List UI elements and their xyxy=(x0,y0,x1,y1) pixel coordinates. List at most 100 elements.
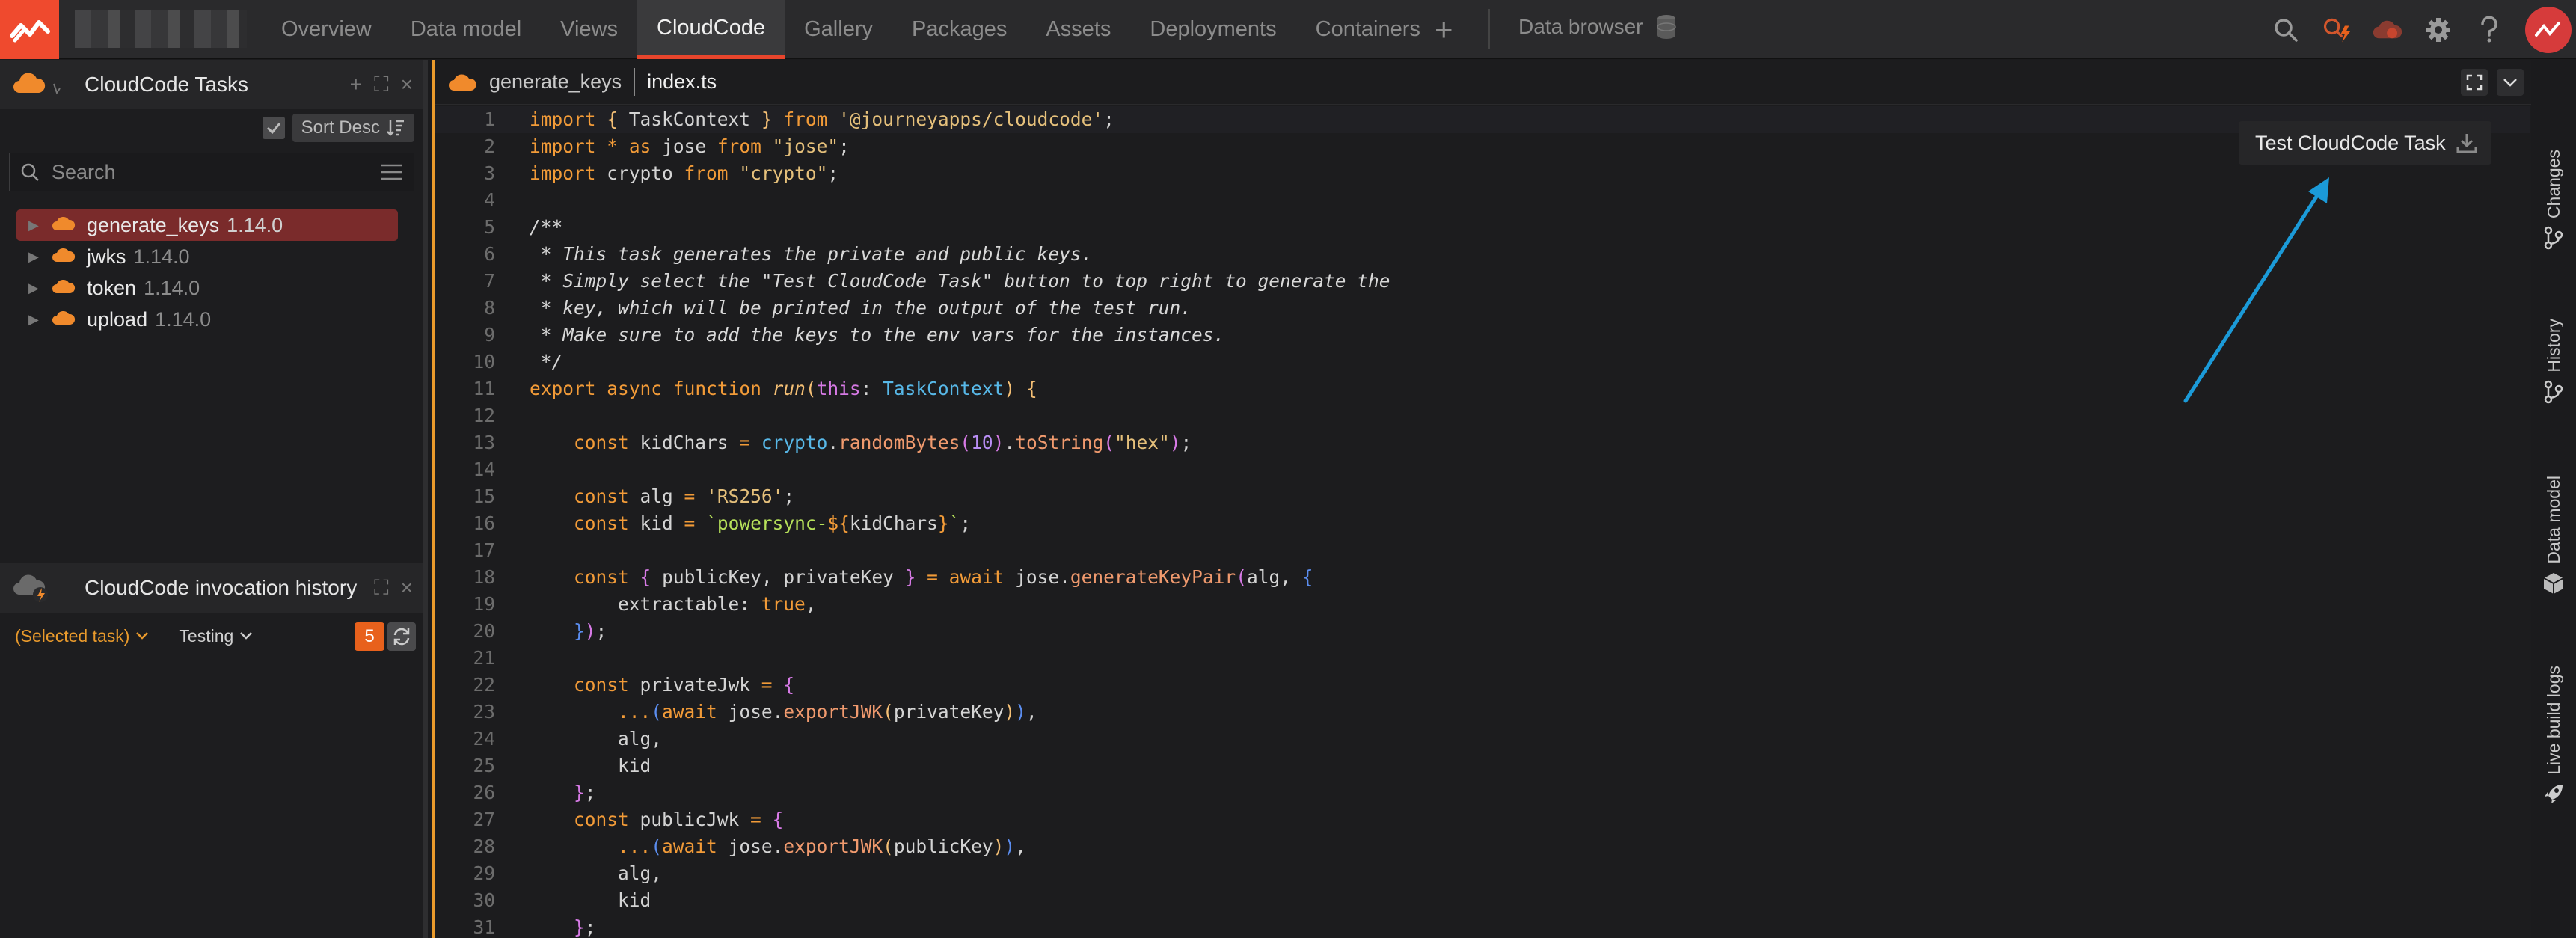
tasks-panel-title: CloudCode Tasks xyxy=(85,73,248,96)
environment-dropdown[interactable]: Testing xyxy=(179,626,253,646)
rocket-icon xyxy=(2545,784,2563,803)
code-line: 14 xyxy=(473,459,495,480)
tab-packages[interactable]: Packages xyxy=(892,0,1026,59)
task-version: 1.14.0 xyxy=(144,276,200,299)
close-icon[interactable]: × xyxy=(401,73,413,97)
expand-arrow-icon[interactable]: ▶ xyxy=(28,218,45,233)
code-line: 10 */ xyxy=(473,351,563,373)
select-all-checkbox[interactable] xyxy=(262,117,285,139)
task-item[interactable]: ▶ jwks 1.14.0 xyxy=(16,241,398,272)
close-icon[interactable]: × xyxy=(401,576,413,601)
data-browser-link[interactable]: Data browser xyxy=(1518,0,1678,54)
task-item[interactable]: ▶ generate_keys 1.14.0 xyxy=(16,209,398,241)
expand-arrow-icon[interactable]: ▶ xyxy=(28,249,45,265)
logo-icon xyxy=(9,19,50,42)
sidebar-item-changes[interactable]: Changes xyxy=(2531,150,2576,250)
editor-header: generate_keys index.ts xyxy=(435,60,2531,105)
user-avatar[interactable] xyxy=(2525,6,2572,53)
sort-button[interactable]: Sort Desc xyxy=(292,114,414,142)
download-icon xyxy=(2456,134,2477,153)
breadcrumb: generate_keys index.ts xyxy=(449,67,717,96)
search-bolt-icon[interactable] xyxy=(2322,15,2352,45)
code-line: 23 ...(await jose.exportJWK(privateKey))… xyxy=(473,701,1037,723)
search-input[interactable] xyxy=(52,160,367,184)
tab-data-model[interactable]: Data model xyxy=(391,0,541,59)
test-button-label: Test CloudCode Task xyxy=(2255,131,2446,154)
code-line: 29 alg, xyxy=(473,862,663,884)
search-icon[interactable] xyxy=(2271,15,2301,45)
task-item[interactable]: ▶ upload 1.14.0 xyxy=(16,304,398,335)
code-line: 6 * This task generates the private and … xyxy=(484,243,1093,265)
task-filter-dropdown[interactable]: (Selected task) xyxy=(15,626,149,646)
cloud-icon xyxy=(449,73,476,91)
sidebar-item-label: Data model xyxy=(2543,476,2563,564)
sidebar-item-label: History xyxy=(2543,319,2563,373)
task-version: 1.14.0 xyxy=(155,307,212,331)
code-line: 30 kid xyxy=(473,889,651,911)
code-line: 9 * Make sure to add the keys to the env… xyxy=(484,324,1225,346)
refresh-button[interactable] xyxy=(387,622,416,651)
test-cloudcode-task-button[interactable]: Test CloudCode Task xyxy=(2239,121,2491,165)
code-line: 24 alg, xyxy=(473,728,663,750)
fullscreen-button[interactable] xyxy=(2461,69,2488,96)
environment-label: Testing xyxy=(179,625,234,646)
task-filter-label: (Selected task) xyxy=(15,625,130,646)
code-editor: generate_keys index.ts 1 import { TaskCon… xyxy=(432,60,2531,938)
gear-icon[interactable] xyxy=(2423,15,2453,45)
help-icon[interactable] xyxy=(2474,15,2504,45)
code-line: 13 const kidChars = crypto.randomBytes(1… xyxy=(473,432,1192,453)
cloud-icon xyxy=(52,214,76,237)
tab-gallery[interactable]: Gallery xyxy=(785,0,892,59)
sidebar-item-data-model[interactable]: Data model xyxy=(2531,476,2576,595)
tab-containers[interactable]: Containers xyxy=(1296,0,1440,59)
task-version: 1.14.0 xyxy=(133,245,190,268)
code-line: 3 import crypto from "crypto"; xyxy=(484,162,839,184)
history-panel-title: CloudCode invocation history xyxy=(85,576,358,599)
tab-cloudcode[interactable]: CloudCode xyxy=(637,0,785,59)
cloud-deploy-icon[interactable] xyxy=(2373,15,2402,45)
journeyapps-logo[interactable] xyxy=(0,0,59,59)
code-line: 2 import * as jose from "jose"; xyxy=(484,135,850,157)
tasks-panel-header: CloudCode Tasks + ⛶ × xyxy=(0,60,423,109)
git-branch-icon xyxy=(2544,226,2563,250)
top-right-tools xyxy=(2271,0,2576,59)
tab-deployments[interactable]: Deployments xyxy=(1130,0,1295,59)
code-line: 18 const { publicKey, privateKey } = awa… xyxy=(473,566,1313,588)
tab-assets[interactable]: Assets xyxy=(1026,0,1130,59)
code-line: 7 * Simply select the "Test CloudCode Ta… xyxy=(484,270,1390,292)
breadcrumb-file[interactable]: index.ts xyxy=(647,70,717,94)
code-line: 27 const publicJwk = { xyxy=(473,809,784,830)
left-panel: CloudCode Tasks + ⛶ × Sort Desc ▶ genera… xyxy=(0,60,428,938)
cloud-icon xyxy=(13,70,61,104)
code-line: 11 export async function run(this: TaskCo… xyxy=(473,378,1037,399)
expand-arrow-icon[interactable]: ▶ xyxy=(28,281,45,296)
tab-views[interactable]: Views xyxy=(541,0,637,59)
cloud-icon xyxy=(52,308,76,331)
code-line: 17 xyxy=(473,539,495,561)
tab-overview[interactable]: Overview xyxy=(262,0,391,59)
filter-menu-icon[interactable] xyxy=(379,162,403,182)
sidebar-item-live-build-logs[interactable]: Live build logs xyxy=(2531,666,2576,806)
code-line: 8 * key, which will be printed in the ou… xyxy=(484,297,1192,319)
maximize-icon[interactable]: ⛶ xyxy=(374,576,389,601)
maximize-icon[interactable]: ⛶ xyxy=(374,73,389,97)
sidebar-item-history[interactable]: History xyxy=(2531,319,2576,404)
expand-arrow-icon[interactable]: ▶ xyxy=(28,312,45,328)
search-icon xyxy=(21,163,39,181)
add-task-icon[interactable]: + xyxy=(350,73,362,97)
code-line: 20 }); xyxy=(473,620,607,642)
add-tab-button[interactable]: + xyxy=(1435,12,1453,48)
history-toolbar: (Selected task) Testing 5 xyxy=(0,613,423,658)
code-area[interactable]: 1 import { TaskContext } from '@journeyap… xyxy=(435,106,2530,938)
editor-options-dropdown[interactable] xyxy=(2497,69,2524,96)
cloud-icon xyxy=(52,245,76,269)
chevron-down-icon xyxy=(240,632,253,640)
right-sidebar: Changes History Data model Live build lo… xyxy=(2531,60,2576,938)
task-item[interactable]: ▶ token 1.14.0 xyxy=(16,272,398,304)
task-list: ▶ generate_keys 1.14.0 ▶ jwks 1.14.0 ▶ t… xyxy=(0,209,423,335)
code-line: 22 const privateJwk = { xyxy=(473,674,795,696)
breadcrumb-task[interactable]: generate_keys xyxy=(489,70,622,94)
refresh-icon xyxy=(393,628,410,646)
code-line: 5/** xyxy=(484,216,563,238)
data-browser-label: Data browser xyxy=(1518,15,1643,38)
